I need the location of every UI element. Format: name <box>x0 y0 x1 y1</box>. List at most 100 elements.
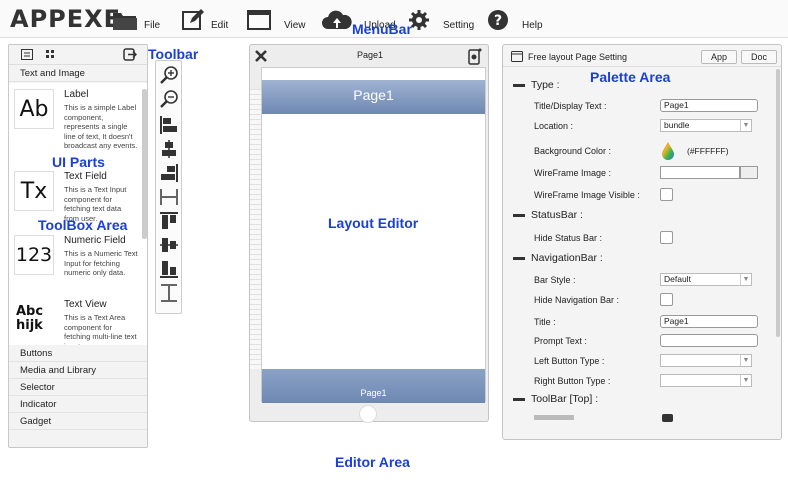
toolbox-section-text-and-image[interactable]: Text and Image <box>9 65 147 82</box>
row-prompt-text: Prompt Text : <box>503 334 773 352</box>
wireframe-browse-button[interactable] <box>740 166 758 179</box>
menu-edit[interactable]: Edit <box>181 4 228 36</box>
toolbox-section-media-and-library[interactable]: Media and Library <box>9 362 147 379</box>
location-label: Location : <box>534 121 574 131</box>
window-icon <box>511 51 523 65</box>
annotation-menubar: MenuBar <box>352 21 412 37</box>
row-right-button-type: Right Button Type : ▼ <box>503 374 773 392</box>
wireframe-image-input[interactable] <box>660 166 740 179</box>
preview-icon[interactable] <box>468 48 482 68</box>
chevron-down-icon: ▼ <box>740 120 751 131</box>
annotation-toolbar: Toolbar <box>148 46 199 62</box>
numeric-field-part-icon: 123 <box>14 235 54 275</box>
right-button-label: Right Button Type : <box>534 376 611 386</box>
title-display-label: Title/Display Text : <box>534 101 607 111</box>
toolbox-header <box>9 45 147 65</box>
part-text-view[interactable]: Abc hijk Text View This is a Text Area c… <box>9 297 139 345</box>
chevron-down-icon: ▼ <box>740 274 751 285</box>
bar-style-value: Default <box>664 274 691 284</box>
hide-nav-checkbox[interactable] <box>660 293 673 306</box>
cut-off-row <box>534 415 654 421</box>
section-statusbar: StatusBar : <box>513 209 583 221</box>
vertical-toolbar <box>155 60 182 314</box>
row-hide-navigation: Hide Navigation Bar : <box>503 293 773 311</box>
hide-status-checkbox[interactable] <box>660 231 673 244</box>
toolbox-section-indicator[interactable]: Indicator <box>9 396 147 413</box>
pencil-icon <box>181 8 205 32</box>
label-part-icon: Ab <box>14 89 54 129</box>
align-middle-icon[interactable] <box>159 235 179 255</box>
part-description: This is a Text Area component for fetchi… <box>64 313 137 345</box>
prompt-input[interactable] <box>660 334 758 347</box>
text-view-part-icon: Abc hijk <box>14 299 54 339</box>
palette-title: Free layout Page Setting <box>528 52 628 62</box>
title-display-input[interactable]: Page1 <box>660 99 758 112</box>
right-button-select[interactable]: ▼ <box>660 374 752 387</box>
section-toolbar-top: ToolBar [Top] : <box>513 393 598 405</box>
toolbox-panel: Text and Image Ab Label This is a simple… <box>8 44 148 448</box>
prompt-label: Prompt Text : <box>534 336 587 346</box>
annotation-palette-area: Palette Area <box>590 69 671 85</box>
distribute-horizontal-icon[interactable] <box>159 187 179 207</box>
left-button-select[interactable]: ▼ <box>660 354 752 367</box>
page-canvas[interactable]: Page1 Page1 <box>261 67 486 403</box>
part-numeric-field[interactable]: 123 Numeric Field This is a Numeric Text… <box>9 233 139 297</box>
location-select[interactable]: bundle ▼ <box>660 119 752 132</box>
menu-setting[interactable]: Setting <box>408 4 474 36</box>
part-label[interactable]: Ab Label This is a simple Label componen… <box>9 87 139 151</box>
grid-view-icon[interactable] <box>46 50 55 62</box>
align-bottom-icon[interactable] <box>159 259 179 279</box>
toolbox-section-buttons[interactable]: Buttons <box>9 345 147 362</box>
part-description: This is a simple Label component, repres… <box>64 103 138 150</box>
annotation-editor-area: Editor Area <box>335 454 410 470</box>
cut-off-checkbox[interactable] <box>662 414 673 422</box>
color-drop-icon[interactable] <box>660 141 676 164</box>
row-title: Title : Page1 <box>503 315 773 333</box>
device-home-button <box>359 405 377 423</box>
wireframe-image-label: WireFrame Image : <box>534 168 612 178</box>
align-center-icon[interactable] <box>159 139 179 159</box>
row-wireframe-visible: WireFrame Image Visible : <box>503 188 773 206</box>
toolbox-scrollbar[interactable] <box>142 89 147 239</box>
export-icon[interactable] <box>123 48 138 64</box>
bg-color-label: Background Color : <box>534 146 612 156</box>
bar-style-select[interactable]: Default ▼ <box>660 273 752 286</box>
list-view-icon[interactable] <box>21 49 33 63</box>
menu-file[interactable]: File <box>112 4 160 36</box>
editor-page-title: Page1 <box>356 50 384 60</box>
canvas-bottom-toolbar[interactable]: Page1 <box>262 369 485 403</box>
title-input[interactable]: Page1 <box>660 315 758 328</box>
menu-help[interactable]: ? Help <box>487 4 543 36</box>
app-button[interactable]: App <box>701 50 737 64</box>
toolbox-parts-list: Ab Label This is a simple Label componen… <box>9 83 147 345</box>
chevron-down-icon: ▼ <box>740 375 751 386</box>
wireframe-visible-checkbox[interactable] <box>660 188 673 201</box>
align-top-icon[interactable] <box>159 211 179 231</box>
wireframe-visible-label: WireFrame Image Visible : <box>534 190 640 200</box>
part-name: Text View <box>64 299 107 310</box>
toolbox-section-selector[interactable]: Selector <box>9 379 147 396</box>
section-navigationbar: NavigationBar : <box>513 252 603 264</box>
canvas-navigation-bar[interactable]: Page1 <box>262 80 485 114</box>
row-hide-status: Hide Status Bar : <box>503 231 773 249</box>
layout-editor-panel: Page1 Page1 Page1 <box>249 44 489 423</box>
align-left-icon[interactable] <box>159 115 179 135</box>
align-right-icon[interactable] <box>159 163 179 183</box>
palette-scrollbar[interactable] <box>776 69 780 337</box>
menu-view[interactable]: View <box>247 4 306 36</box>
chevron-down-icon: ▼ <box>740 355 751 366</box>
toolbox-categories: Buttons Media and Library Selector Indic… <box>9 345 147 430</box>
cloud-upload-icon <box>322 9 352 31</box>
part-name: Numeric Field <box>64 235 126 246</box>
distribute-vertical-icon[interactable] <box>159 283 179 303</box>
row-background-color: Background Color : (#FFFFFF) <box>503 141 773 165</box>
part-description: This is a Numeric Text Input for fetchin… <box>64 249 138 277</box>
palette-header: Free layout Page Setting App Doc <box>503 45 781 67</box>
menu-setting-label: Setting <box>443 19 475 31</box>
toolbox-section-gadget[interactable]: Gadget <box>9 413 147 430</box>
doc-button[interactable]: Doc <box>741 50 777 64</box>
zoom-in-icon[interactable] <box>159 65 179 85</box>
row-location: Location : bundle ▼ <box>503 119 773 137</box>
svg-text:?: ? <box>494 13 502 29</box>
zoom-out-icon[interactable] <box>159 89 179 109</box>
